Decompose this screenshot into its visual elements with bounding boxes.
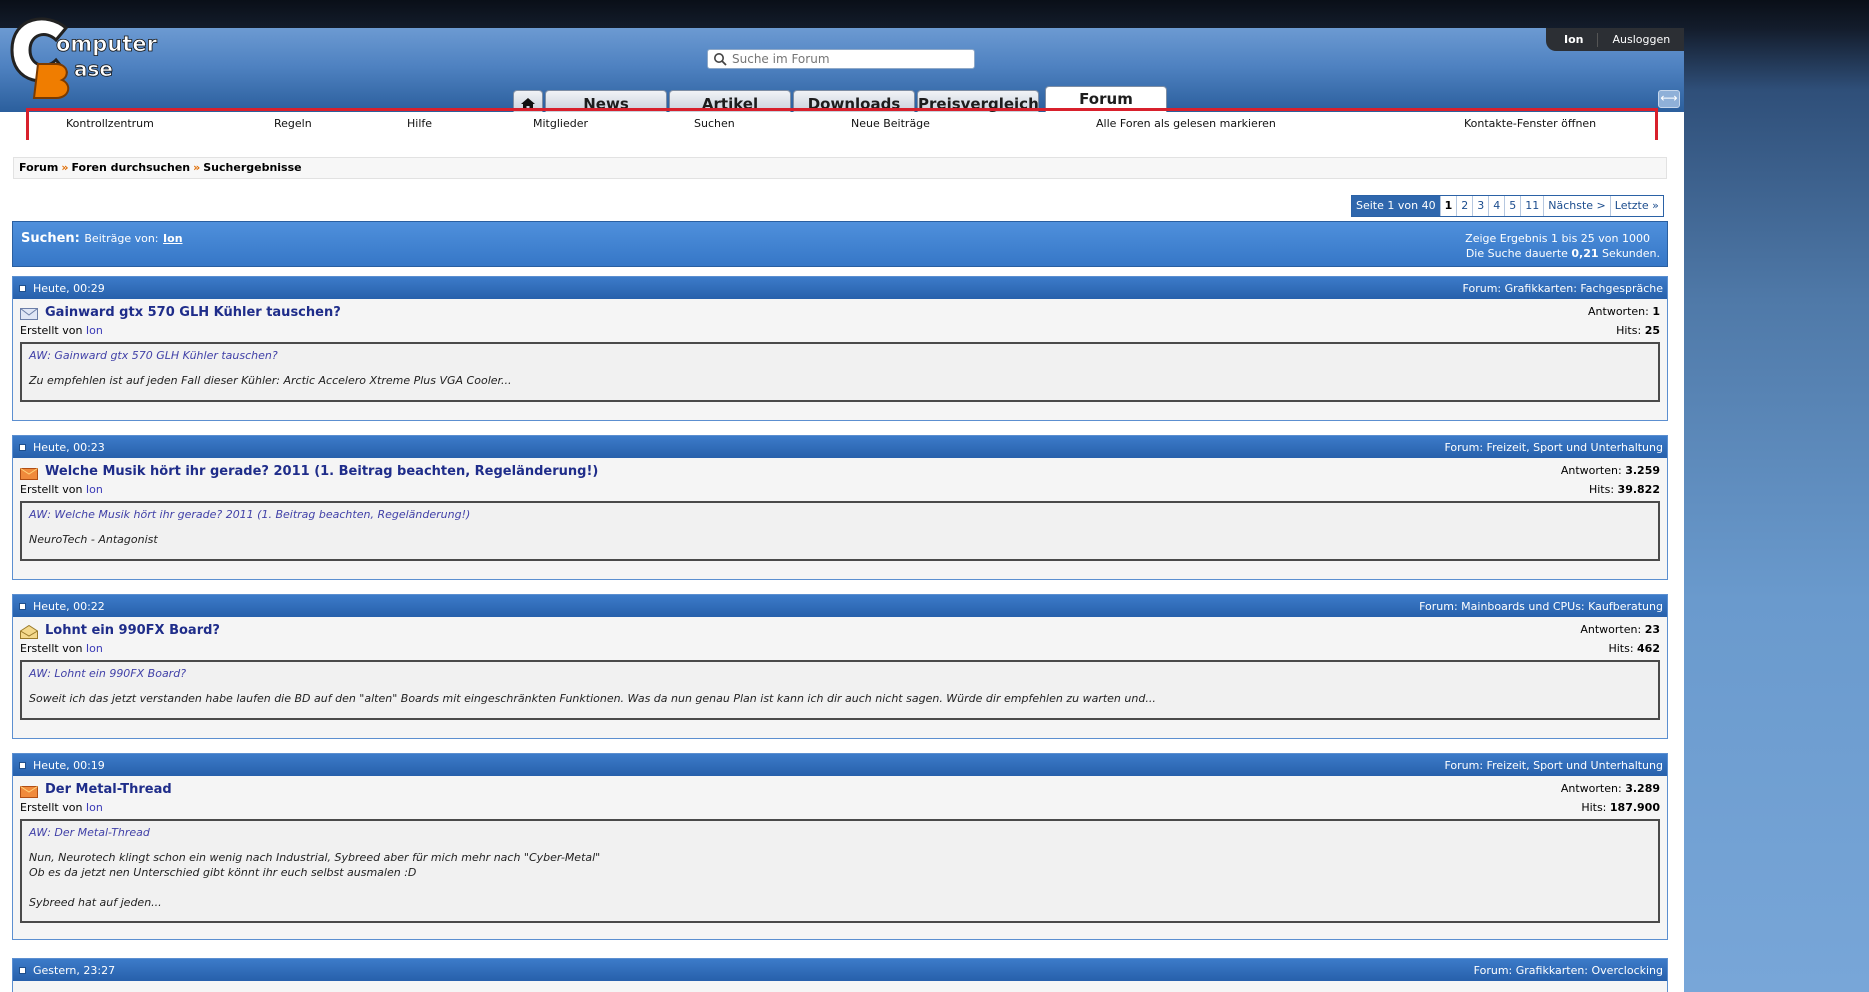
result-date: Heute, 00:29 xyxy=(33,282,105,295)
results-count: Zeige Ergebnis 1 bis 25 von 1000 xyxy=(1465,232,1650,245)
username-link[interactable]: Ion xyxy=(1564,33,1583,46)
excerpt-line: Soweit ich das jetzt verstanden habe lau… xyxy=(29,692,1156,705)
result-forum-link[interactable]: Forum: Freizeit, Sport und Unterhaltung xyxy=(1444,759,1663,772)
search-result: Heute, 00:23 Forum: Freizeit, Sport und … xyxy=(12,435,1668,580)
highlight-outline xyxy=(26,108,1658,143)
result-header: Gestern, 23:27 Forum: Grafikkarten: Over… xyxy=(13,959,1667,981)
excerpt-line: Nun, Neurotech klingt schon ein wenig na… xyxy=(29,851,601,864)
open-envelope-icon xyxy=(20,625,38,639)
author-link[interactable]: Ion xyxy=(86,801,103,814)
author-link[interactable]: Ion xyxy=(86,642,103,655)
search-result: Gestern, 23:27 Forum: Grafikkarten: Over… xyxy=(12,958,1668,992)
result-title-link[interactable]: Lohnt ein 990FX Board? xyxy=(45,623,220,638)
page-5[interactable]: 5 xyxy=(1504,196,1520,216)
result-date: Gestern, 23:27 xyxy=(33,964,116,977)
post-icon xyxy=(19,762,26,769)
page-indicator[interactable]: Seite 1 von 40 xyxy=(1352,196,1440,216)
excerpt-line xyxy=(29,880,1651,895)
pagination: Seite 1 von 40 1 2 3 4 5 11 Nächste > Le… xyxy=(1351,195,1664,217)
search-field[interactable] xyxy=(707,49,975,69)
expand-width-icon[interactable]: ⟷ xyxy=(1658,90,1680,108)
post-icon xyxy=(19,603,26,610)
result-author: Erstellt von Ion xyxy=(20,483,103,496)
search-summary-title: Suchen: Beiträge von: Ion xyxy=(21,231,183,246)
result-forum-link[interactable]: Forum: Mainboards und CPUs: Kaufberatung xyxy=(1419,600,1663,613)
search-duration: Die Suche dauerte 0,21 Sekunden. xyxy=(1465,247,1660,260)
result-date: Heute, 00:23 xyxy=(33,441,105,454)
result-replies: Antworten: 3.289 xyxy=(1560,782,1660,795)
excerpt-line: NeuroTech - Antagonist xyxy=(29,533,158,546)
search-result: Heute, 00:29 Forum: Grafikkarten: Fachge… xyxy=(12,276,1668,421)
user-menu-divider xyxy=(1597,32,1599,47)
search-subtitle: Beiträge von: xyxy=(84,232,159,245)
search-icon xyxy=(714,53,727,66)
user-menu: Ion Ausloggen xyxy=(1546,28,1684,51)
hot-folder-icon xyxy=(20,786,38,798)
page-1: 1 xyxy=(1439,196,1457,216)
last-page-link[interactable]: Letzte » xyxy=(1609,196,1663,216)
result-replies: Antworten: 3.259 xyxy=(1560,464,1660,477)
result-author: Erstellt von Ion xyxy=(20,324,103,337)
result-replies: Antworten: 23 xyxy=(1580,623,1660,636)
result-hits: Hits: 187.900 xyxy=(1581,801,1660,814)
result-hits: Hits: 25 xyxy=(1616,324,1660,337)
search-user-link[interactable]: Ion xyxy=(163,232,182,245)
post-excerpt: AW: Welche Musik hört ihr gerade? 2011 (… xyxy=(20,501,1660,561)
result-title-link[interactable]: Welche Musik hört ihr gerade? 2011 (1. B… xyxy=(45,464,598,479)
author-link[interactable]: Ion xyxy=(86,483,103,496)
page-4[interactable]: 4 xyxy=(1488,196,1504,216)
result-forum-link[interactable]: Forum: Grafikkarten: Overclocking xyxy=(1474,964,1663,977)
result-header: Heute, 00:23 Forum: Freizeit, Sport und … xyxy=(13,436,1667,458)
page: omputer ase Ion Ausloggen ⟷ News Artikel… xyxy=(0,0,1684,992)
svg-text:omputer: omputer xyxy=(56,32,158,56)
page-3[interactable]: 3 xyxy=(1472,196,1488,216)
logout-link[interactable]: Ausloggen xyxy=(1612,33,1670,46)
envelope-icon xyxy=(20,308,38,320)
result-header: Heute, 00:29 Forum: Grafikkarten: Fachge… xyxy=(13,277,1667,299)
excerpt-title-link[interactable]: AW: Welche Musik hört ihr gerade? 2011 (… xyxy=(29,508,1651,521)
result-author: Erstellt von Ion xyxy=(20,642,103,655)
page-2[interactable]: 2 xyxy=(1456,196,1472,216)
search-result: Heute, 00:22 Forum: Mainboards und CPUs:… xyxy=(12,594,1668,739)
result-header: Heute, 00:22 Forum: Mainboards und CPUs:… xyxy=(13,595,1667,617)
author-link[interactable]: Ion xyxy=(86,324,103,337)
result-replies: Antworten: 1 xyxy=(1588,305,1660,318)
post-excerpt: AW: Lohnt ein 990FX Board? Soweit ich da… xyxy=(20,660,1660,720)
page-11[interactable]: 11 xyxy=(1520,196,1543,216)
result-forum-link[interactable]: Forum: Freizeit, Sport und Unterhaltung xyxy=(1444,441,1663,454)
breadcrumb-forum[interactable]: Forum xyxy=(19,161,58,174)
excerpt-line: Ob es da jetzt nen Unterschied gibt könn… xyxy=(29,866,417,879)
excerpt-line: Zu empfehlen ist auf jeden Fall dieser K… xyxy=(29,374,512,387)
search-result: Heute, 00:19 Forum: Freizeit, Sport und … xyxy=(12,753,1668,940)
search-summary: Suchen: Beiträge von: Ion Zeige Ergebnis… xyxy=(12,221,1668,267)
breadcrumb: Forum» Foren durchsuchen» Suchergebnisse xyxy=(13,157,1667,179)
breadcrumb-current: Suchergebnisse xyxy=(203,161,302,174)
computerbase-logo[interactable]: omputer ase xyxy=(8,14,158,106)
result-header: Heute, 00:19 Forum: Freizeit, Sport und … xyxy=(13,754,1667,776)
result-author: Erstellt von Ion xyxy=(20,801,103,814)
post-excerpt: AW: Der Metal-Thread Nun, Neurotech klin… xyxy=(20,819,1660,923)
excerpt-title-link[interactable]: AW: Lohnt ein 990FX Board? xyxy=(29,667,1651,680)
result-hits: Hits: 39.822 xyxy=(1588,483,1660,496)
next-page-link[interactable]: Nächste > xyxy=(1543,196,1610,216)
post-icon xyxy=(19,967,26,974)
result-hits: Hits: 462 xyxy=(1608,642,1660,655)
hot-folder-icon xyxy=(20,468,38,480)
excerpt-title-link[interactable]: AW: Der Metal-Thread xyxy=(29,826,1651,839)
result-date: Heute, 00:19 xyxy=(33,759,105,772)
result-date: Heute, 00:22 xyxy=(33,600,105,613)
result-title-link[interactable]: Der Metal-Thread xyxy=(45,782,172,797)
post-icon xyxy=(19,444,26,451)
svg-text:ase: ase xyxy=(74,57,113,81)
search-input[interactable] xyxy=(732,51,970,67)
breadcrumb-foren-durchsuchen[interactable]: Foren durchsuchen xyxy=(71,161,190,174)
post-icon xyxy=(19,285,26,292)
excerpt-title-link[interactable]: AW: Gainward gtx 570 GLH Kühler tauschen… xyxy=(29,349,1651,362)
search-title: Suchen: xyxy=(21,231,80,246)
post-excerpt: AW: Gainward gtx 570 GLH Kühler tauschen… xyxy=(20,342,1660,402)
result-title-link[interactable]: Gainward gtx 570 GLH Kühler tauschen? xyxy=(45,305,341,320)
result-forum-link[interactable]: Forum: Grafikkarten: Fachgespräche xyxy=(1463,282,1663,295)
excerpt-line: Sybreed hat auf jeden... xyxy=(29,896,162,909)
